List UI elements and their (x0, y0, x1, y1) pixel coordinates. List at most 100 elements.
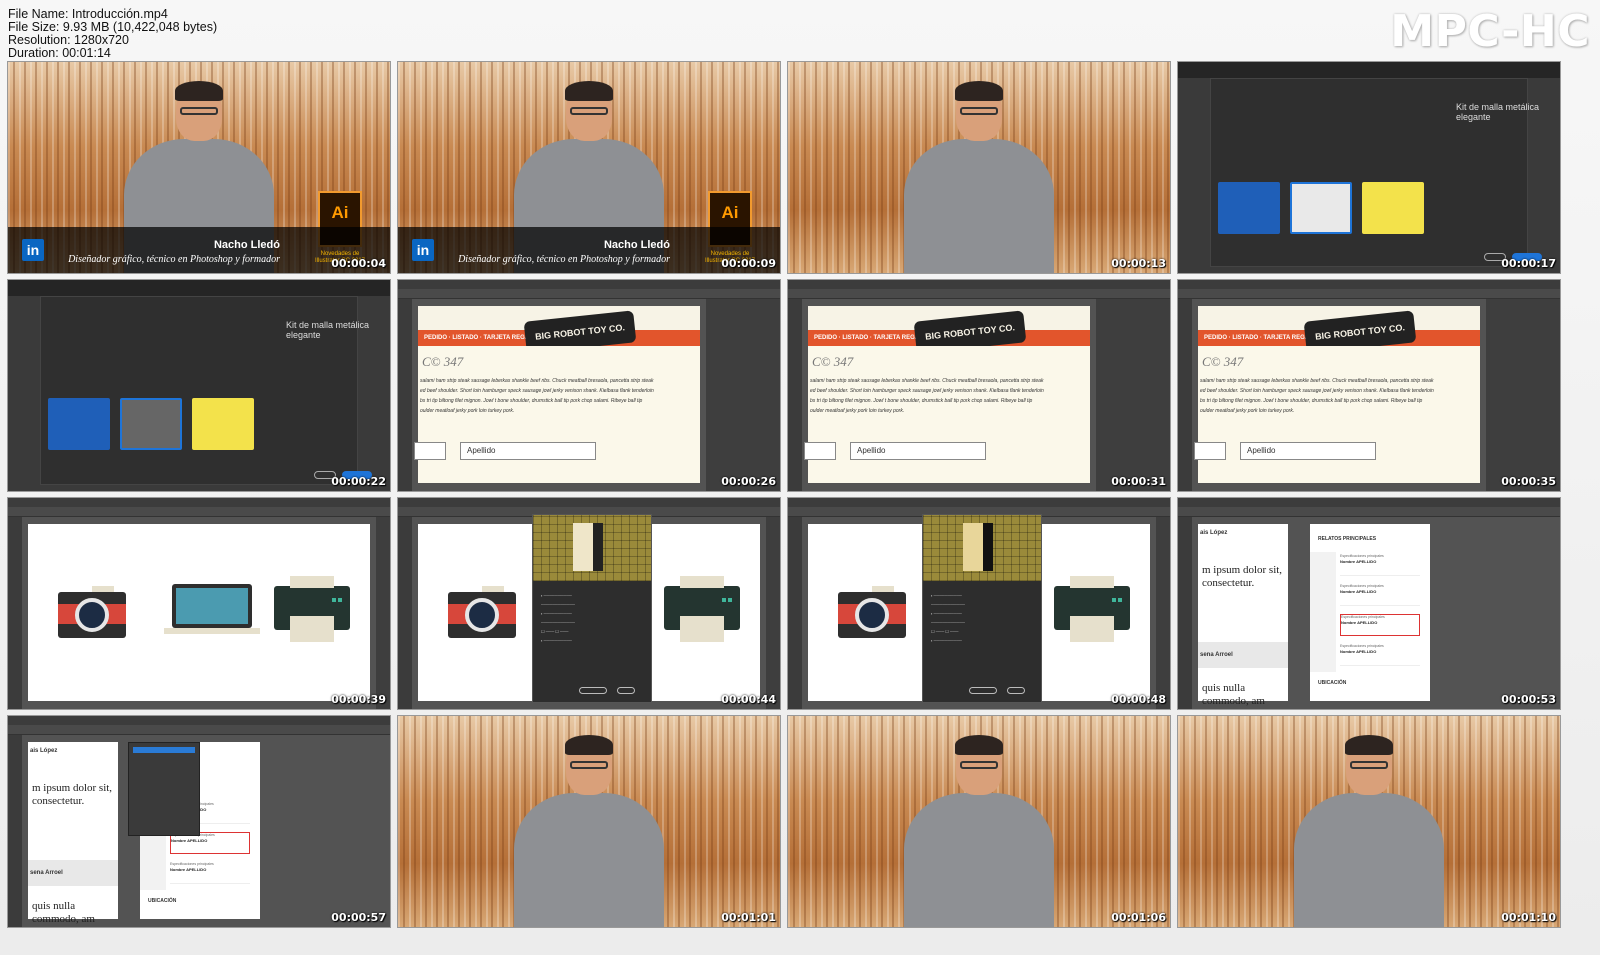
template-card (48, 398, 110, 450)
list-item: Especificaciones principalesNombre APELL… (1340, 554, 1420, 576)
thumbnail-illustrator-icons-dialog[interactable]: ▪ ────────── ──────────── ▪ ────────── ──… (397, 497, 781, 710)
right-heading-2: UBICACIÓN (1318, 680, 1347, 686)
timestamp: 00:00:31 (1111, 475, 1166, 488)
document-left-page: ais López m ipsum dolor sit, consectetur… (1198, 524, 1288, 709)
timestamp: 00:00:17 (1501, 257, 1556, 270)
illustrator-window: PEDIDO · LISTADO · TARJETA REGALO · AYUD… (1178, 280, 1560, 491)
thumbnail-illustrator-icons[interactable]: 00:00:39 (7, 497, 391, 710)
new-document-dialog: Kit de malla metálica elegante (8, 280, 390, 491)
left-heading-2: sena Arroel (1200, 652, 1233, 658)
camera-icon (58, 586, 126, 638)
template-card (1362, 182, 1424, 234)
timestamp: 00:00:22 (331, 475, 386, 488)
left-heading: ais López (1200, 530, 1228, 536)
thumbnail-illustrator-document[interactable]: ais López m ipsum dolor sit, consectetur… (1177, 497, 1561, 710)
illustrator-window: PEDIDO · LISTADO · TARJETA REGALO · AYUD… (398, 280, 780, 491)
template-card-selected (1290, 182, 1352, 234)
left-heading-2: sena Arroel (30, 870, 63, 876)
presenter-role: Diseñador gráfico, técnico en Photoshop … (458, 254, 670, 265)
illustrator-window (8, 498, 390, 709)
thumbnail-presenter-intro[interactable]: Ai in Nacho Lledó Diseñador gráfico, téc… (397, 61, 781, 274)
website-text: salami ham strip steak sausage leberkas … (810, 378, 1044, 414)
website-logo: BIG ROBOT TOY CO. (1303, 310, 1417, 346)
timestamp: 00:01:10 (1501, 911, 1556, 924)
artboard: PEDIDO · LISTADO · TARJETA REGALO · AYUD… (1194, 306, 1480, 483)
template-card-selected (120, 398, 182, 450)
presenter-role: Diseñador gráfico, técnico en Photoshop … (68, 254, 280, 265)
timestamp: 00:00:48 (1111, 693, 1166, 706)
illustrator-window: ▪ ────────── ──────────── ▪ ────────── ──… (398, 498, 780, 709)
left-heading: ais López (30, 748, 58, 754)
right-heading: RELATOS PRINCIPALES (1318, 536, 1377, 542)
timestamp: 00:00:04 (331, 257, 386, 270)
artboard: PEDIDO · LISTADO · TARJETA REGALO · AYUD… (804, 306, 1090, 483)
surname-field: Apellido (460, 442, 596, 460)
timestamp: 00:00:44 (721, 693, 776, 706)
pixel-snap-dialog: ▪ ────────── ──────────── ▪ ────────── ──… (922, 514, 1042, 703)
thumbnail-presenter-intro[interactable]: Ai in Nacho Lledó Diseñador gráfico, téc… (7, 61, 391, 274)
timestamp: 00:01:01 (721, 911, 776, 924)
duration: Duration: 00:01:14 (8, 46, 111, 60)
new-document-dialog: Kit de malla metálica elegante (1178, 62, 1560, 273)
list-item: Especificaciones principalesNombre APELL… (170, 862, 250, 884)
timestamp: 00:00:26 (721, 475, 776, 488)
website-text: salami ham strip steak sausage leberkas … (1200, 378, 1434, 414)
presenter (904, 727, 1054, 927)
file-info: File Name: Introducción.mp4 File Size: 9… (8, 8, 217, 60)
character-panel (128, 742, 200, 836)
list-item: Especificaciones principalesNombre APELL… (1340, 644, 1420, 666)
surname-field: Apellido (1240, 442, 1376, 460)
thumbnail-illustrator-website[interactable]: PEDIDO · LISTADO · TARJETA REGALO · AYUD… (787, 279, 1171, 492)
website-text: salami ham strip steak sausage leberkas … (420, 378, 654, 414)
timestamp: 00:00:09 (721, 257, 776, 270)
timestamp: 00:00:57 (331, 911, 386, 924)
artboard: PEDIDO · LISTADO · TARJETA REGALO · AYUD… (414, 306, 700, 483)
timestamp: 00:00:35 (1501, 475, 1556, 488)
printer-icon (1054, 576, 1130, 642)
left-text: m ipsum dolor sit, consectetur. (32, 782, 113, 807)
template-card (1218, 182, 1280, 234)
thumbnail-illustrator-document[interactable]: ais López m ipsum dolor sit, consectetur… (7, 715, 391, 928)
thumbnail-illustrator-website[interactable]: PEDIDO · LISTADO · TARJETA REGALO · AYUD… (397, 279, 781, 492)
thumbnail-presenter[interactable]: 00:00:13 (787, 61, 1171, 274)
template-card (192, 398, 254, 450)
thumbnail-new-document-dialog[interactable]: Kit de malla metálica elegante 00:00:22 (7, 279, 391, 492)
contact-sheet: { "header": { "file_name": "File Name: I… (0, 0, 1600, 955)
linkedin-icon: in (412, 239, 434, 261)
illustrator-window: ais López m ipsum dolor sit, consectetur… (8, 716, 390, 927)
template-title: Kit de malla metálica elegante (286, 320, 370, 340)
thumbnail-new-document-dialog[interactable]: Kit de malla metálica elegante 00:00:17 (1177, 61, 1561, 274)
website-logo: BIG ROBOT TOY CO. (913, 310, 1027, 346)
printer-icon (274, 576, 350, 642)
pixel-snap-dialog: ▪ ────────── ──────────── ▪ ────────── ──… (532, 514, 652, 703)
mpc-hc-brand: MPC-HC (1390, 6, 1590, 57)
thumbnail-presenter[interactable]: 00:01:06 (787, 715, 1171, 928)
presenter-name: Nacho Lledó (603, 239, 670, 251)
template-title: Kit de malla metálica elegante (1456, 102, 1540, 122)
printer-icon (664, 576, 740, 642)
surname-field: Apellido (850, 442, 986, 460)
timestamp: 00:00:53 (1501, 693, 1556, 706)
thumbnail-illustrator-icons-dialog[interactable]: ▪ ────────── ──────────── ▪ ────────── ──… (787, 497, 1171, 710)
presenter-name: Nacho Lledó (213, 239, 280, 251)
laptop-icon (164, 584, 260, 634)
illustrator-window: ▪ ────────── ──────────── ▪ ────────── ──… (788, 498, 1170, 709)
linkedin-icon: in (22, 239, 44, 261)
list-item: Especificaciones principalesNombre APELL… (1340, 584, 1420, 606)
left-text-2: quis nulla commodo, am lectus sed. (1202, 682, 1265, 709)
thumbnail-presenter[interactable]: 00:01:01 (397, 715, 781, 928)
illustrator-window: ais López m ipsum dolor sit, consectetur… (1178, 498, 1560, 709)
left-text: m ipsum dolor sit, consectetur. (1202, 564, 1283, 589)
camera-icon (448, 586, 516, 638)
timestamp: 00:00:13 (1111, 257, 1166, 270)
thumbnail-presenter[interactable]: 00:01:10 (1177, 715, 1561, 928)
presenter (904, 73, 1054, 273)
thumbnail-illustrator-website[interactable]: PEDIDO · LISTADO · TARJETA REGALO · AYUD… (1177, 279, 1561, 492)
left-text-2: quis nulla commodo, am lectus sed. (32, 900, 95, 927)
website-number: C© 347 (422, 354, 464, 369)
presenter (514, 727, 664, 927)
illustrator-window: PEDIDO · LISTADO · TARJETA REGALO · AYUD… (788, 280, 1170, 491)
website-number: C© 347 (812, 354, 854, 369)
camera-icon (838, 586, 906, 638)
website-number: C© 347 (1202, 354, 1244, 369)
